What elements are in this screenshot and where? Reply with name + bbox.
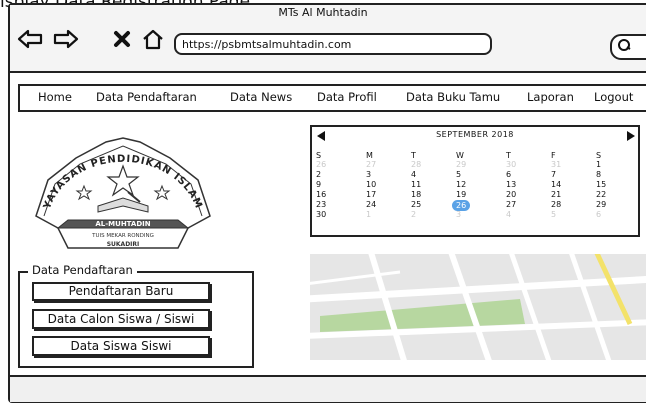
new-registration-button[interactable]: Pendaftaran Baru <box>32 282 210 301</box>
address-bar[interactable]: https://psbmtsalmuhtadin.com <box>174 33 492 55</box>
calendar-day[interactable]: 28 <box>411 160 421 169</box>
calendar-day[interactable]: 28 <box>551 200 561 209</box>
logo-line1: TUIS MEKAR RONDING <box>91 233 154 239</box>
arrow-right-icon <box>53 29 79 49</box>
calendar-day[interactable]: 5 <box>456 170 461 179</box>
map-image <box>310 254 646 360</box>
registration-panel-legend: Data Pendaftaran <box>28 263 137 277</box>
calendar-day[interactable]: 4 <box>506 210 511 219</box>
calendar-day[interactable]: 27 <box>506 200 516 209</box>
calendar-day[interactable]: 1 <box>596 160 601 169</box>
calendar-day[interactable]: 13 <box>506 180 516 189</box>
calendar-day[interactable]: 14 <box>551 180 561 189</box>
calendar-day[interactable]: 5 <box>551 210 556 219</box>
home-icon <box>143 29 163 50</box>
calendar-weekday: S <box>596 151 602 160</box>
calendar-day[interactable]: 9 <box>316 180 321 189</box>
nav-laporan[interactable]: Laporan <box>527 90 574 104</box>
calendar-weekday: T <box>506 151 511 160</box>
calendar-day[interactable]: 3 <box>456 210 461 219</box>
window-title: MTs Al Muhtadin <box>278 6 368 19</box>
calendar-day[interactable]: 31 <box>551 160 561 169</box>
calendar-day[interactable]: 27 <box>366 160 376 169</box>
nav-home[interactable]: Home <box>38 90 72 104</box>
calendar-weekday: F <box>551 151 556 160</box>
map-view[interactable] <box>310 254 646 360</box>
calendar-day[interactable]: 26 <box>452 200 471 211</box>
nav-data-news[interactable]: Data News <box>230 90 292 104</box>
candidate-students-button[interactable]: Data Calon Siswa / Siswi <box>32 309 210 329</box>
calendar-day[interactable]: 18 <box>411 190 421 199</box>
calendar-day[interactable]: 22 <box>596 190 606 199</box>
calendar-day[interactable]: 15 <box>596 180 606 189</box>
calendar-day[interactable]: 24 <box>366 200 376 209</box>
calendar-day[interactable]: 10 <box>366 180 376 189</box>
calendar-header: SEPTEMBER 2018 <box>312 127 638 145</box>
calendar-day[interactable]: 26 <box>316 160 326 169</box>
calendar-weekday: M <box>366 151 373 160</box>
students-data-button[interactable]: Data Siswa Siswi <box>32 336 210 356</box>
next-month-icon[interactable] <box>626 130 636 142</box>
calendar-day[interactable]: 23 <box>316 200 326 209</box>
calendar-day[interactable]: 16 <box>316 190 326 199</box>
calendar-day[interactable]: 29 <box>456 160 466 169</box>
calendar-day[interactable]: 7 <box>551 170 556 179</box>
calendar-day[interactable]: 2 <box>411 210 416 219</box>
calendar-day[interactable]: 30 <box>506 160 516 169</box>
search-icon <box>618 39 631 51</box>
forward-button[interactable] <box>52 26 80 52</box>
calendar-day[interactable]: 29 <box>596 200 606 209</box>
calendar-day[interactable]: 17 <box>366 190 376 199</box>
calendar-day[interactable]: 11 <box>411 180 421 189</box>
calendar-day[interactable]: 6 <box>596 210 601 219</box>
calendar-month-label: SEPTEMBER 2018 <box>436 130 514 139</box>
calendar-day[interactable]: 3 <box>366 170 371 179</box>
calendar-weekday: T <box>411 151 416 160</box>
home-button[interactable] <box>140 26 166 52</box>
main-nav: Home Data Pendaftaran Data News Data Pro… <box>18 84 646 112</box>
back-button[interactable] <box>16 26 44 52</box>
nav-data-buku-tamu[interactable]: Data Buku Tamu <box>406 90 500 104</box>
calendar-weekday: W <box>456 151 464 160</box>
close-icon <box>114 31 130 47</box>
calendar-day[interactable]: 6 <box>506 170 511 179</box>
calendar-day[interactable]: 25 <box>411 200 421 209</box>
calendar-day[interactable]: 21 <box>551 190 561 199</box>
nav-data-pendaftaran[interactable]: Data Pendaftaran <box>96 90 197 104</box>
school-logo: YAYASAN PENDIDIKAN ISLAM AL-MUHTADIN TUI… <box>35 137 211 249</box>
arrow-left-icon <box>17 29 43 49</box>
calendar-day[interactable]: 30 <box>316 210 326 219</box>
calendar-day[interactable]: 19 <box>456 190 466 199</box>
calendar-day[interactable]: 2 <box>316 170 321 179</box>
nav-logout[interactable]: Logout <box>594 90 633 104</box>
calendar-day[interactable]: 1 <box>366 210 371 219</box>
calendar-day[interactable]: 20 <box>506 190 516 199</box>
logo-line2: SUKADIRI <box>107 241 140 248</box>
logo-banner-text: AL-MUHTADIN <box>95 220 150 228</box>
calendar-day[interactable]: 8 <box>596 170 601 179</box>
stop-button[interactable] <box>110 26 134 52</box>
calendar-day[interactable]: 4 <box>411 170 416 179</box>
nav-data-profil[interactable]: Data Profil <box>317 90 377 104</box>
calendar-weekday: S <box>316 151 322 160</box>
calendar-day[interactable]: 12 <box>456 180 466 189</box>
